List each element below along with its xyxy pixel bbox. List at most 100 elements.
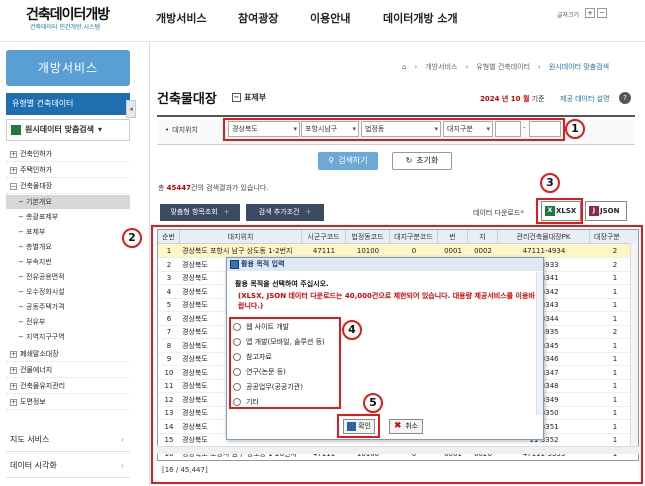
site-logo[interactable]: 건축데이터개방 [26, 4, 110, 24]
page-subtitle-label: 표제부 [244, 93, 267, 102]
annotation-number-1: 1 [565, 119, 585, 139]
sidebar-item-housing-permit[interactable]: + 주택인허가 [6, 163, 130, 178]
sidebar-sub-exclusive-area[interactable]: − 전유공용면적 [6, 270, 130, 284]
sidebar-bottom-label: 지도 서비스 [10, 435, 50, 444]
chevron-down-icon: ▾ [98, 125, 103, 134]
expand-icon: + [10, 367, 17, 374]
annotation-number-5: 5 [363, 393, 383, 413]
plus-icon: + [223, 208, 230, 216]
sidebar-sub-label: 지역지구구역 [26, 333, 65, 341]
annotation-box-xlsx [536, 198, 583, 224]
expand-icon: + [10, 167, 17, 174]
breadcrumb-separator: › [414, 63, 418, 71]
sidebar-item-drawings[interactable]: + 도면정보 [6, 395, 130, 410]
search-icon: ⚲ [328, 156, 335, 165]
nav-participation[interactable]: 참여광장 [238, 10, 278, 26]
sidebar-item-label: 주택인허가 [20, 166, 53, 174]
result-count: 총 45447건의 검색결과가 있습니다. [158, 183, 269, 193]
sidebar-sub-attached-lot[interactable]: − 부속지번 [6, 255, 130, 269]
sidebar-data-visualization[interactable]: 데이터 시각화 › [6, 454, 130, 478]
sidebar-sub-zone-district[interactable]: − 지역지구구역 [6, 330, 130, 344]
sidebar-item-label: 건축인허가 [20, 150, 53, 158]
sidebar-open-data-search[interactable]: 원시데이터 맞춤검색 ▾ [6, 119, 130, 141]
annotation-box-results-grid [151, 225, 643, 484]
sidebar-sub-title-part[interactable]: − 표제부 [6, 225, 130, 239]
sidebar-item-label: 도면정보 [20, 398, 46, 406]
expand-icon: + [10, 383, 17, 390]
annotation-box-purpose-options [229, 317, 341, 409]
nav-about-open-data[interactable]: 데이터개방 소개 [383, 10, 458, 26]
sidebar-sub-label: 전유공용면적 [26, 273, 65, 281]
sidebar-category[interactable]: 유형별 건축데이터 [6, 93, 130, 115]
annotation-box-confirm [337, 414, 380, 438]
search-button[interactable]: ⚲ 검색하기 [318, 152, 378, 170]
sidebar-sub-general-title[interactable]: − 총괄표제부 [6, 210, 130, 224]
sidebar-item-building-energy[interactable]: + 건물에너지 [6, 363, 130, 378]
page-title: 건축물대장 [157, 92, 217, 107]
custom-items-button[interactable]: 맞춤형 항목조회 + [160, 204, 240, 221]
nav-open-service[interactable]: 개방서비스 [156, 10, 207, 26]
reference-date: 2024 년 10 월 기준 [480, 94, 545, 104]
sidebar-item-maintenance[interactable]: + 건축물유지관리 [6, 379, 130, 394]
download-label-text: 데이터 다운로드 [473, 209, 521, 217]
sidebar-sub-label: 오수정화시설 [26, 288, 65, 296]
breadcrumb-separator: › [465, 63, 469, 71]
reference-date-suffix: 기준 [529, 95, 545, 103]
excel-icon [11, 124, 21, 135]
breadcrumb-item[interactable]: 개방서비스 [425, 63, 457, 71]
font-increase-button[interactable]: + [585, 8, 595, 18]
json-download-button[interactable]: J JSON [585, 201, 627, 221]
sidebar-collapse-toggle[interactable]: ◂ [126, 100, 136, 118]
sidebar-sub-sewage-facility[interactable]: − 오수정화시설 [6, 285, 130, 299]
font-decrease-button[interactable]: − [597, 8, 607, 18]
sidebar-open-data-label: 원시데이터 맞춤검색 [25, 125, 95, 134]
result-prefix: 총 [158, 184, 167, 192]
chevron-right-icon: › [120, 461, 124, 470]
result-count-value: 45447 [166, 184, 192, 192]
sidebar-item-building-permit[interactable]: + 건축인허가 [6, 147, 130, 162]
site-logo-subtitle: 건축데이터 민간개방 시스템 [30, 24, 101, 31]
home-icon[interactable]: ⌂ [402, 63, 406, 71]
search-label-text: 대지위치 [172, 126, 198, 134]
collapse-icon: − [10, 183, 17, 190]
sidebar-item-building-register[interactable]: − 건축물대장 [6, 179, 130, 194]
sidebar-sub-label: 부속지번 [26, 258, 52, 266]
annotation-number-2: 2 [122, 228, 142, 248]
reset-button[interactable]: ↻ 초기화 [392, 152, 452, 170]
sidebar-sub-basic-overview[interactable]: − 기본개요 [6, 195, 130, 209]
json-label: JSON [600, 207, 620, 215]
breadcrumb: ⌂ › 개방서비스 › 유형별 건축데이터 › 원시데이터 맞춤검색 [398, 62, 613, 72]
sidebar-item-label: 건축물대장 [20, 182, 53, 190]
reset-button-label: 초기화 [416, 156, 439, 165]
sidebar-item-closed-register[interactable]: + 폐쇄말소대장 [6, 347, 130, 362]
sidebar-title: 개방서비스 [6, 50, 130, 86]
annotation-number-3: 3 [540, 173, 560, 193]
chevron-right-icon: › [120, 435, 124, 444]
sidebar-sub-floor-overview[interactable]: − 층별개요 [6, 240, 130, 254]
page-subtitle[interactable]: − 표제부 [232, 92, 266, 103]
sidebar-sub-label: 층별개요 [26, 243, 52, 251]
add-condition-label: 검색 추가조건 [258, 208, 300, 216]
add-condition-button[interactable]: 검색 추가조건 + [246, 204, 324, 221]
result-suffix: 건의 검색결과가 있습니다. [191, 184, 269, 192]
expand-icon: + [10, 351, 17, 358]
breadcrumb-separator: › [538, 63, 541, 71]
sidebar-sub-label: 총괄표제부 [26, 213, 59, 221]
sidebar-item-label: 건축물유지관리 [20, 382, 66, 390]
download-label: 데이터 다운로드* [473, 208, 524, 218]
sidebar-map-service[interactable]: 지도 서비스 › [6, 428, 130, 452]
expand-icon: + [10, 399, 17, 406]
sidebar-sub-label: 전유부 [26, 318, 46, 326]
breadcrumb-item[interactable]: 유형별 건축데이터 [476, 63, 530, 71]
data-description-link[interactable]: 제공 데이터 설명 [560, 94, 610, 104]
breadcrumb-current: 원시데이터 맞춤검색 [548, 63, 610, 71]
sidebar-sub-apartment-price[interactable]: − 공동주택가격 [6, 300, 130, 314]
sidebar-item-label: 폐쇄말소대장 [20, 350, 59, 358]
font-size-label: 글자크기 [557, 12, 580, 19]
sidebar-sub-label: 공동주택가격 [26, 303, 65, 311]
help-icon[interactable]: ? [619, 92, 631, 104]
nav-usage-guide[interactable]: 이용안내 [310, 10, 350, 26]
sidebar-sub-exclusive-part[interactable]: − 전유부 [6, 315, 130, 329]
json-icon: J [589, 206, 599, 216]
refresh-icon: ↻ [405, 156, 413, 165]
